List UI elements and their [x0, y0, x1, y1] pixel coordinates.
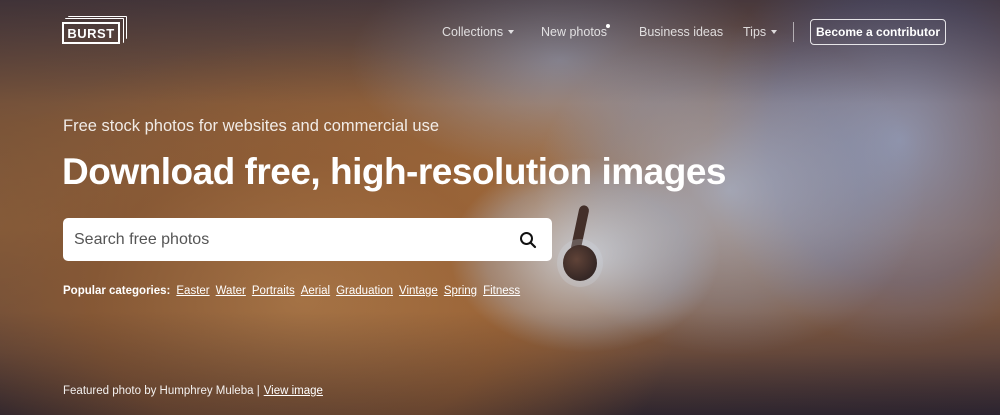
logo-text: BURST	[62, 22, 120, 44]
search-input[interactable]	[72, 229, 516, 250]
popular-categories: Popular categories: Easter Water Portrai…	[63, 285, 526, 297]
nav-divider	[793, 22, 794, 42]
photo-credit: Featured photo by Humphrey Muleba | View…	[63, 385, 323, 397]
category-link-spring[interactable]: Spring	[444, 285, 477, 297]
category-link-water[interactable]: Water	[216, 285, 246, 297]
become-contributor-button[interactable]: Become a contributor	[810, 19, 946, 45]
nav-business-ideas[interactable]: Business ideas	[639, 22, 723, 42]
chevron-down-icon	[771, 30, 778, 34]
nav-business-ideas-label: Business ideas	[639, 25, 724, 39]
hero-headline: Download free, high-resolution images	[62, 151, 727, 192]
new-indicator-dot	[606, 24, 610, 28]
nav-tips[interactable]: Tips	[743, 22, 778, 42]
chevron-down-icon	[508, 30, 515, 34]
category-link-fitness[interactable]: Fitness	[483, 285, 520, 297]
nav-new-photos[interactable]: New photos	[541, 22, 607, 42]
category-link-aerial[interactable]: Aerial	[301, 285, 330, 297]
search-button[interactable]	[516, 228, 540, 252]
nav-collections[interactable]: Collections	[442, 22, 515, 42]
nav-collections-label: Collections	[442, 25, 504, 39]
category-link-portraits[interactable]: Portraits	[252, 285, 295, 297]
category-link-easter[interactable]: Easter	[176, 285, 209, 297]
hero-section: BURST Collections New photos Business id…	[0, 0, 1000, 415]
burst-logo[interactable]: BURST	[62, 16, 128, 46]
hero-overlay	[0, 0, 1000, 415]
category-link-graduation[interactable]: Graduation	[336, 285, 393, 297]
popular-categories-label: Popular categories:	[63, 285, 171, 297]
category-link-vintage[interactable]: Vintage	[399, 285, 438, 297]
view-image-link[interactable]: View image	[264, 385, 323, 397]
photo-credit-text: Featured photo by Humphrey Muleba |	[63, 385, 260, 397]
nav-new-photos-label: New photos	[541, 25, 608, 39]
hero-tagline: Free stock photos for websites and comme…	[63, 117, 439, 135]
nav-tips-label: Tips	[743, 25, 767, 39]
search-icon	[520, 231, 537, 248]
search-bar	[63, 218, 552, 261]
